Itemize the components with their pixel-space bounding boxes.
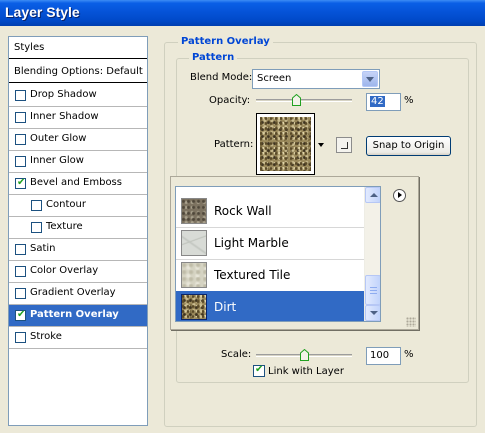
pattern-item-light-marble[interactable]: Light Marble	[176, 227, 365, 260]
pattern-thumbnail	[181, 262, 207, 288]
style-checkbox[interactable]	[15, 112, 26, 123]
pattern-thumbnail	[181, 198, 207, 224]
pattern-overlay-title: Pattern Overlay	[178, 36, 273, 47]
styles-header[interactable]: Styles	[9, 37, 147, 59]
scale-label: Scale:	[221, 349, 252, 360]
style-item-drop-shadow[interactable]: Drop Shadow	[9, 85, 147, 107]
pattern-item-label: Textured Tile	[214, 268, 291, 282]
opacity-input[interactable]: 42	[366, 93, 401, 111]
style-item-gradient-overlay[interactable]: Gradient Overlay	[9, 283, 147, 305]
style-checkbox[interactable]	[15, 266, 26, 277]
pattern-dropdown-arrow-icon[interactable]	[318, 143, 324, 147]
blend-mode-value: Screen	[257, 73, 292, 84]
pattern-item-label: Light Marble	[214, 236, 289, 250]
pattern-group-title: Pattern	[189, 52, 238, 63]
opacity-slider-track[interactable]	[256, 99, 352, 102]
pattern-thumbnail	[181, 230, 207, 256]
style-checkbox[interactable]	[15, 134, 26, 145]
style-item-satin[interactable]: Satin	[9, 239, 147, 261]
dirt-pattern-preview	[260, 117, 311, 171]
style-item-label: Contour	[46, 199, 86, 210]
opacity-value: 42	[370, 96, 385, 107]
style-item-pattern-overlay[interactable]: ✔ Pattern Overlay	[9, 305, 147, 327]
scroll-down-icon[interactable]	[365, 305, 380, 321]
style-item-outer-glow[interactable]: Outer Glow	[9, 129, 147, 151]
styles-header-label: Styles	[14, 42, 45, 53]
style-checkbox[interactable]	[15, 90, 26, 101]
link-with-layer-label: Link with Layer	[268, 366, 344, 377]
pattern-item-textured-tile[interactable]: Textured Tile	[176, 259, 365, 292]
style-item-label: Inner Glow	[30, 155, 84, 166]
style-item-label: Satin	[30, 243, 56, 254]
style-item-label: Stroke	[30, 331, 62, 342]
pattern-label: Pattern:	[214, 139, 254, 150]
pattern-item-label: Rock Wall	[214, 204, 272, 218]
opacity-slider-thumb[interactable]	[292, 94, 302, 106]
opacity-label: Opacity:	[209, 95, 251, 106]
blending-options-label: Blending Options: Default	[14, 66, 143, 77]
pattern-swatch[interactable]	[256, 113, 315, 175]
style-item-inner-glow[interactable]: Inner Glow	[9, 151, 147, 173]
style-checkbox[interactable]	[31, 200, 42, 211]
style-item-label: Color Overlay	[30, 265, 99, 276]
style-item-label: Texture	[46, 221, 83, 232]
scale-value: 100	[370, 350, 390, 361]
style-checkbox[interactable]	[31, 222, 42, 233]
style-item-stroke[interactable]: Stroke	[9, 327, 147, 349]
pattern-thumbnail	[181, 294, 207, 320]
picker-menu-icon[interactable]	[393, 189, 406, 202]
pattern-item-dirt[interactable]: Dirt	[176, 291, 365, 321]
checkmark-icon: ✔	[17, 177, 26, 188]
style-item-inner-shadow[interactable]: Inner Shadow	[9, 107, 147, 129]
pattern-list: Rock Wall Light Marble Textured Tile Dirt	[175, 186, 381, 322]
blend-mode-select[interactable]: Screen	[252, 69, 380, 89]
scale-unit: %	[404, 349, 414, 360]
resize-grip-icon[interactable]	[406, 317, 416, 327]
scroll-thumb[interactable]	[365, 275, 380, 305]
style-checkbox[interactable]: ✔	[15, 177, 26, 189]
pattern-list-scrollbar[interactable]	[364, 187, 380, 321]
style-item-label: Drop Shadow	[30, 89, 97, 100]
checkmark-icon: ✔	[255, 364, 264, 375]
style-item-label: Pattern Overlay	[30, 309, 119, 320]
style-item-bevel-and-emboss[interactable]: ✔ Bevel and Emboss	[9, 173, 147, 195]
style-item-label: Gradient Overlay	[30, 287, 116, 298]
pattern-item-rock-wall[interactable]: Rock Wall	[176, 195, 365, 228]
style-checkbox[interactable]	[15, 156, 26, 167]
snap-to-origin-label: Snap to Origin	[372, 140, 445, 151]
blend-mode-label: Blend Mode:	[190, 72, 253, 83]
link-with-layer-checkbox[interactable]: ✔	[253, 364, 265, 377]
checkmark-icon: ✔	[17, 309, 26, 320]
styles-panel: Styles Blending Options: Default Drop Sh…	[8, 36, 148, 426]
style-checkbox[interactable]	[15, 332, 26, 343]
style-item-contour[interactable]: Contour	[9, 195, 147, 217]
style-item-label: Bevel and Emboss	[30, 177, 122, 188]
opacity-unit: %	[404, 95, 414, 106]
style-item-label: Inner Shadow	[30, 111, 99, 122]
snap-to-origin-button[interactable]: Snap to Origin	[366, 136, 451, 156]
pattern-item-label: Dirt	[214, 300, 237, 314]
scale-slider-thumb[interactable]	[300, 349, 309, 361]
style-checkbox[interactable]: ✔	[15, 309, 26, 321]
style-item-label: Outer Glow	[30, 133, 87, 144]
chevron-down-icon[interactable]	[362, 71, 378, 87]
new-preset-icon[interactable]	[336, 137, 352, 153]
style-checkbox[interactable]	[15, 244, 26, 255]
blending-options-item[interactable]: Blending Options: Default	[9, 61, 147, 83]
style-item-texture[interactable]: Texture	[9, 217, 147, 239]
pattern-picker-popup: Rock Wall Light Marble Textured Tile Dirt	[170, 176, 419, 330]
scale-input[interactable]: 100	[366, 347, 401, 365]
style-checkbox[interactable]	[15, 288, 26, 299]
window-title: Layer Style	[5, 4, 80, 20]
style-item-color-overlay[interactable]: Color Overlay	[9, 261, 147, 283]
scroll-up-icon[interactable]	[365, 187, 380, 203]
title-bar[interactable]: Layer Style	[0, 0, 485, 26]
